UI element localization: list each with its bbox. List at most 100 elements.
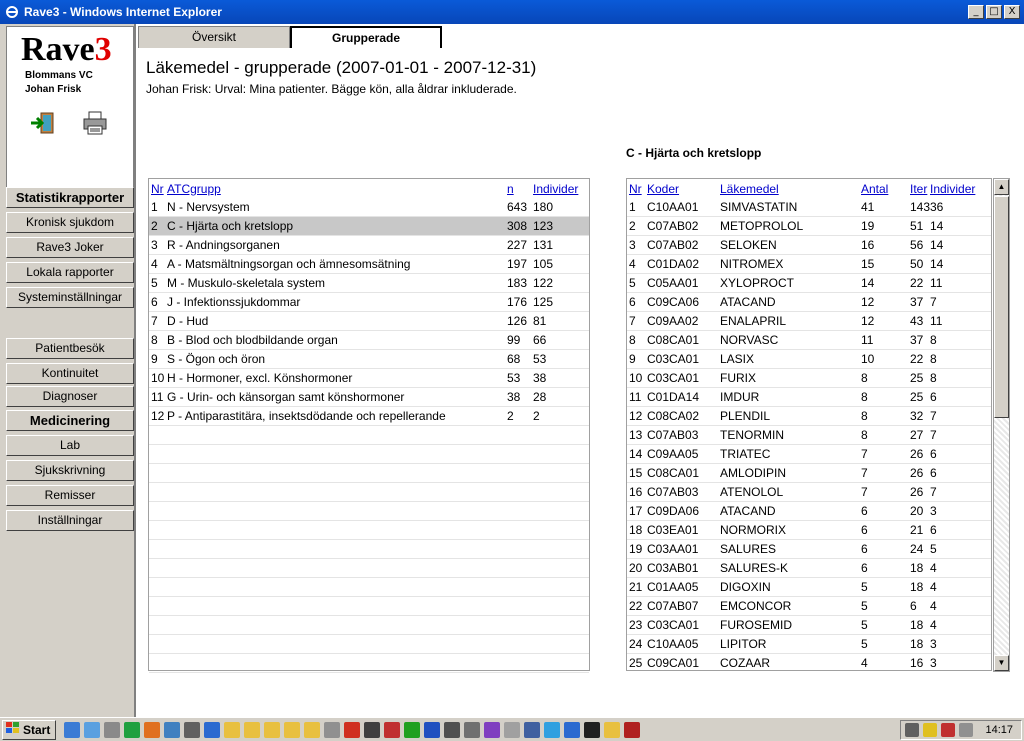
sidebar-item-remisser[interactable]: Remisser: [6, 485, 134, 506]
detail-scrollbar[interactable]: ▲ ▼: [993, 178, 1010, 672]
sidebar-item-systeminstallningar[interactable]: Systeminställningar: [6, 287, 134, 308]
table-row[interactable]: 1 N - Nervsystem 643 180: [149, 198, 589, 217]
header-iter[interactable]: Iter: [910, 182, 930, 196]
table-row[interactable]: 2 C07AB02 METOPROLOL 19 51 14: [627, 217, 991, 236]
sidebar-item-sjukskrivning[interactable]: Sjukskrivning: [6, 460, 134, 481]
print-icon[interactable]: [81, 111, 109, 135]
table-row[interactable]: 17 C09DA06 ATACAND 6 20 3: [627, 502, 991, 521]
quicklaunch-icon[interactable]: [524, 721, 540, 738]
table-row[interactable]: 21 C01AA05 DIGOXIN 5 18 4: [627, 578, 991, 597]
sidebar-item-kontinuitet[interactable]: Kontinuitet: [6, 363, 134, 384]
quicklaunch-icon[interactable]: [84, 721, 100, 738]
quicklaunch-icon[interactable]: [624, 721, 640, 738]
sidebar-item-lokala-rapporter[interactable]: Lokala rapporter: [6, 262, 134, 283]
table-row[interactable]: 16 C07AB03 ATENOLOL 7 26 7: [627, 483, 991, 502]
warning-icon[interactable]: [923, 723, 938, 737]
folder-icon[interactable]: [284, 721, 300, 738]
tray-icon[interactable]: [941, 723, 956, 737]
tab-oversikt[interactable]: Översikt: [138, 26, 290, 48]
start-button[interactable]: Start: [2, 719, 56, 740]
sidebar-item-lab[interactable]: Lab: [6, 435, 134, 456]
sidebar-item-diagnoser[interactable]: Diagnoser: [6, 386, 134, 407]
folder-icon[interactable]: [244, 721, 260, 738]
quicklaunch-icon[interactable]: [104, 721, 120, 738]
header-atcgrupp[interactable]: ATCgrupp: [167, 182, 507, 196]
quicklaunch-icon[interactable]: [164, 721, 180, 738]
table-row[interactable]: 3 R - Andningsorganen 227 131: [149, 236, 589, 255]
quicklaunch-icon[interactable]: [124, 721, 140, 738]
table-row[interactable]: 2 C - Hjärta och kretslopp 308 123: [149, 217, 589, 236]
table-row[interactable]: 4 A - Matsmältningsorgan och ämnesomsätni…: [149, 255, 589, 274]
folder-icon[interactable]: [224, 721, 240, 738]
quicklaunch-icon[interactable]: [464, 721, 480, 738]
scroll-up-button[interactable]: ▲: [994, 179, 1009, 195]
excel-icon[interactable]: [404, 721, 420, 738]
quicklaunch-icon[interactable]: [344, 721, 360, 738]
quicklaunch-icon[interactable]: [64, 721, 80, 738]
quicklaunch-icon[interactable]: [384, 721, 400, 738]
folder-icon[interactable]: [604, 721, 620, 738]
table-row[interactable]: 14 C09AA05 TRIATEC 7 26 6: [627, 445, 991, 464]
table-row[interactable]: 24 C10AA05 LIPITOR 5 18 3: [627, 635, 991, 654]
table-row[interactable]: 5 M - Muskulo-skeletala system 183 122: [149, 274, 589, 293]
folder-icon[interactable]: [304, 721, 320, 738]
header-lakemedel[interactable]: Läkemedel: [720, 182, 861, 196]
table-row[interactable]: 18 C03EA01 NORMORIX 6 21 6: [627, 521, 991, 540]
table-row[interactable]: 7 C09AA02 ENALAPRIL 12 43 11: [627, 312, 991, 331]
sidebar-item-installningar[interactable]: Inställningar: [6, 510, 134, 531]
sidebar-item-rave3-joker[interactable]: Rave3 Joker: [6, 237, 134, 258]
skype-icon[interactable]: [544, 721, 560, 738]
table-row[interactable]: 8 C08CA01 NORVASC 11 37 8: [627, 331, 991, 350]
quicklaunch-icon[interactable]: [484, 721, 500, 738]
table-row[interactable]: 25 C09CA01 COZAAR 4 16 3: [627, 654, 991, 670]
maximize-button[interactable]: □: [986, 5, 1002, 19]
scroll-down-button[interactable]: ▼: [994, 655, 1009, 671]
quicklaunch-icon[interactable]: [324, 721, 340, 738]
header-nr[interactable]: Nr: [627, 182, 647, 196]
table-row[interactable]: 9 C03CA01 LASIX 10 22 8: [627, 350, 991, 369]
sidebar-item-statistikrapporter[interactable]: Statistikrapporter: [6, 187, 134, 208]
quicklaunch-icon[interactable]: [204, 721, 220, 738]
table-row[interactable]: 1 C10AA01 SIMVASTATIN 41 143 36: [627, 198, 991, 217]
scroll-thumb[interactable]: [994, 196, 1009, 418]
table-row[interactable]: 12 P - Antiparastitära, insektsdödande oc…: [149, 407, 589, 426]
quicklaunch-icon[interactable]: [564, 721, 580, 738]
minimize-button[interactable]: _: [968, 5, 984, 19]
header-antal[interactable]: Antal: [861, 182, 910, 196]
table-row[interactable]: 9 S - Ögon och öron 68 53: [149, 350, 589, 369]
quicklaunch-icon[interactable]: [364, 721, 380, 738]
quicklaunch-icon[interactable]: [144, 721, 160, 738]
folder-icon[interactable]: [264, 721, 280, 738]
header-individer[interactable]: Individer: [930, 182, 980, 196]
quicklaunch-icon[interactable]: [504, 721, 520, 738]
sidebar-item-kronisk-sjukdom[interactable]: Kronisk sjukdom: [6, 212, 134, 233]
quicklaunch-icon[interactable]: [444, 721, 460, 738]
table-row[interactable]: 22 C07AB07 EMCONCOR 5 6 4: [627, 597, 991, 616]
table-row[interactable]: 10 C03CA01 FURIX 8 25 8: [627, 369, 991, 388]
word-icon[interactable]: [424, 721, 440, 738]
tray-icon[interactable]: [959, 723, 974, 737]
table-row[interactable]: 19 C03AA01 SALURES 6 24 5: [627, 540, 991, 559]
table-row[interactable]: 5 C05AA01 XYLOPROCT 14 22 11: [627, 274, 991, 293]
tab-grupperade[interactable]: Grupperade: [290, 26, 442, 48]
sidebar-item-medicinering[interactable]: Medicinering: [6, 410, 134, 431]
header-nr[interactable]: Nr: [149, 182, 167, 196]
header-n[interactable]: n: [507, 182, 533, 196]
table-row[interactable]: 13 C07AB03 TENORMIN 8 27 7: [627, 426, 991, 445]
close-button[interactable]: X: [1004, 5, 1020, 19]
table-row[interactable]: 4 C01DA02 NITROMEX 15 50 14: [627, 255, 991, 274]
table-row[interactable]: 3 C07AB02 SELOKEN 16 56 14: [627, 236, 991, 255]
sidebar-item-patientbesok[interactable]: Patientbesök: [6, 338, 134, 359]
table-row[interactable]: 6 J - Infektionssjukdommar 176 125: [149, 293, 589, 312]
table-row[interactable]: 15 C08CA01 AMLODIPIN 7 26 6: [627, 464, 991, 483]
table-row[interactable]: 7 D - Hud 126 81: [149, 312, 589, 331]
network-icon[interactable]: [905, 723, 920, 737]
table-row[interactable]: 8 B - Blod och blodbildande organ 99 66: [149, 331, 589, 350]
table-row[interactable]: 20 C03AB01 SALURES-K 6 18 4: [627, 559, 991, 578]
table-row[interactable]: 11 C01DA14 IMDUR 8 25 6: [627, 388, 991, 407]
table-row[interactable]: 23 C03CA01 FUROSEMID 5 18 4: [627, 616, 991, 635]
rave3-icon[interactable]: [584, 721, 600, 738]
logout-icon[interactable]: [29, 111, 57, 135]
table-row[interactable]: 11 G - Urin- och känsorgan samt könshormo…: [149, 388, 589, 407]
header-individer[interactable]: Individer: [533, 182, 583, 196]
